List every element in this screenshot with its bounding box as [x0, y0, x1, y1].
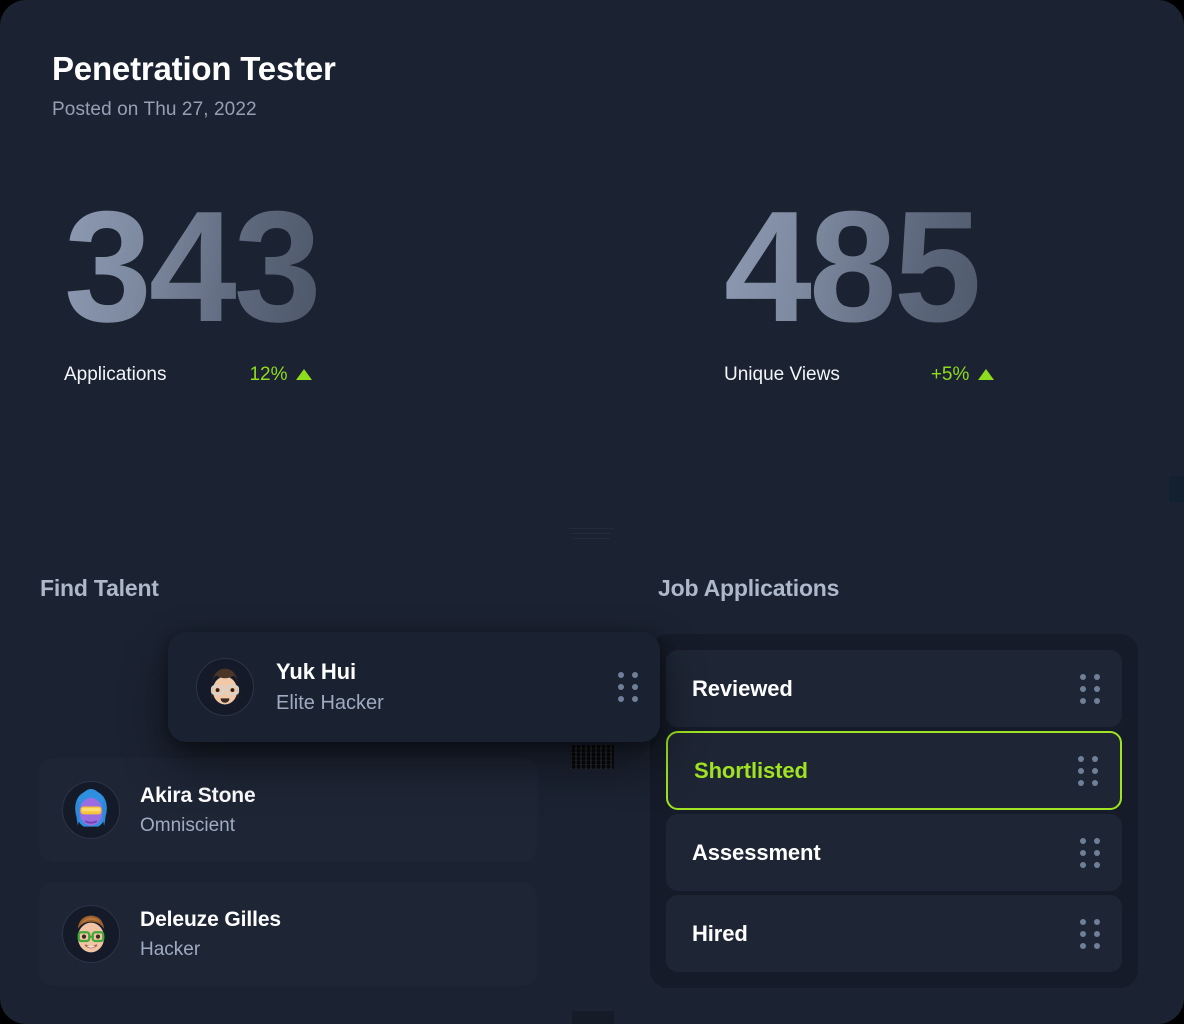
- stat-delta-applications: 12%: [249, 363, 313, 386]
- talent-meta: Akira Stone Omniscient: [140, 784, 256, 837]
- talent-name: Deleuze Gilles: [140, 907, 281, 931]
- talent-card-deleuze-gilles[interactable]: Deleuze Gilles Hacker: [38, 882, 538, 986]
- render-artifact-noise: [570, 745, 614, 769]
- dragged-talent-card-yuk-hui[interactable]: Yuk Hui Elite Hacker: [168, 632, 660, 742]
- memoji-green-glasses-icon: [77, 915, 105, 953]
- render-artifact-bottom: [572, 1011, 614, 1024]
- stat-value-applications: 343: [64, 179, 322, 355]
- section-heading-find-talent: Find Talent: [40, 575, 159, 601]
- stat-delta-value-applications: 12%: [249, 363, 288, 385]
- stat-delta-value-unique-views: +5%: [930, 363, 970, 385]
- talent-role: Omniscient: [140, 814, 236, 836]
- talent-role: Hacker: [140, 938, 201, 960]
- drag-handle-icon[interactable]: [1080, 918, 1100, 949]
- application-stage-reviewed[interactable]: Reviewed: [666, 650, 1122, 727]
- talent-role: Elite Hacker: [276, 692, 384, 714]
- stats-divider: [554, 126, 555, 430]
- memoji-blue-hair-visor-icon: [75, 789, 107, 827]
- drag-handle-icon[interactable]: [1080, 673, 1100, 704]
- job-header: Penetration Tester Posted on Thu 27, 202…: [52, 50, 336, 121]
- stat-value-unique-views: 485: [724, 188, 994, 346]
- stat-footer-applications: Applications 12%: [64, 364, 319, 386]
- application-stage-shortlisted[interactable]: Shortlisted: [666, 731, 1122, 810]
- job-dashboard-screen: Penetration Tester Posted on Thu 27, 202…: [0, 0, 1184, 1024]
- memoji-glasses-bob-haircut-icon: [210, 668, 240, 705]
- drag-handle-icon[interactable]: [618, 672, 638, 702]
- application-stage-hired[interactable]: Hired: [666, 895, 1122, 972]
- talent-name: Yuk Hui: [276, 659, 356, 684]
- application-stage-label: Reviewed: [692, 675, 793, 701]
- page-title: Penetration Tester: [52, 50, 336, 87]
- stats-row: 343 Applications 12% 485 Unique Views +5…: [0, 179, 1184, 450]
- arrow-up-icon: [978, 369, 995, 381]
- drag-handle-icon[interactable]: [1078, 755, 1098, 786]
- avatar: [62, 781, 120, 839]
- application-stage-label: Shortlisted: [694, 757, 808, 783]
- drag-handle-icon[interactable]: [1080, 837, 1100, 868]
- application-stage-assessment[interactable]: Assessment: [666, 814, 1122, 891]
- stat-unique-views: 485 Unique Views +5%: [724, 188, 995, 386]
- section-heading-job-applications: Job Applications: [658, 575, 840, 601]
- render-artifact-lines: [568, 528, 614, 542]
- arrow-up-icon: [296, 369, 313, 381]
- talent-card-akira-stone[interactable]: Akira Stone Omniscient: [38, 758, 538, 862]
- avatar: [62, 905, 120, 963]
- talent-meta: Yuk Hui Elite Hacker: [276, 659, 618, 715]
- application-stage-label: Assessment: [692, 839, 821, 865]
- application-stage-label: Hired: [692, 920, 748, 946]
- stat-label-unique-views: Unique Views: [724, 363, 840, 385]
- job-applications-panel: Reviewed Shortlisted Assessment Hired: [650, 634, 1138, 988]
- posted-date: Posted on Thu 27, 2022: [52, 98, 257, 120]
- render-artifact-edge: [1169, 476, 1184, 502]
- talent-name: Akira Stone: [140, 783, 256, 807]
- stat-delta-unique-views: +5%: [931, 364, 995, 386]
- avatar: [196, 658, 254, 716]
- stat-footer-unique-views: Unique Views +5%: [724, 363, 995, 386]
- talent-meta: Deleuze Gilles Hacker: [140, 908, 281, 961]
- stat-applications: 343 Applications 12%: [64, 179, 322, 386]
- stat-label-applications: Applications: [64, 363, 167, 385]
